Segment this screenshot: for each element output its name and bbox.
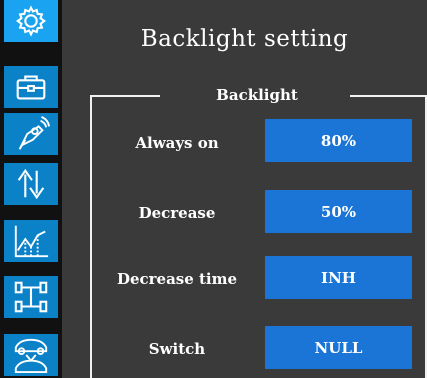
nav-transmitter[interactable] (4, 113, 58, 157)
group-legend: Backlight (216, 86, 298, 104)
switch-value-button[interactable]: NULL (265, 326, 412, 369)
row-label-always-on: Always on (135, 134, 219, 152)
chart-icon (14, 225, 49, 258)
chassis-icon (14, 281, 48, 313)
decrease-value-button[interactable]: 50% (265, 190, 412, 233)
nav-curve[interactable] (4, 220, 58, 264)
gear-icon (15, 5, 47, 37)
toolbox-icon (16, 75, 46, 100)
transmitter-icon (18, 116, 50, 150)
group-border-top-left (90, 95, 160, 97)
car-swap-icon (14, 338, 48, 374)
nav-chassis[interactable] (4, 276, 58, 320)
decrease-time-value-button[interactable]: INH (265, 256, 412, 299)
page-title: Backlight setting (140, 26, 349, 52)
row-label-decrease: Decrease (138, 204, 216, 222)
nav-settings[interactable] (4, 0, 58, 44)
sidebar (0, 0, 62, 378)
always-on-value-button[interactable]: 80% (265, 119, 412, 162)
reverse-arrows-icon (17, 168, 45, 200)
nav-tools[interactable] (4, 66, 58, 110)
row-label-switch: Switch (148, 340, 206, 358)
nav-model[interactable] (4, 334, 58, 378)
group-border-top-right (350, 95, 427, 97)
main-panel: Backlight setting Backlight Always on 80… (62, 0, 427, 378)
row-label-decrease-time: Decrease time (116, 270, 238, 288)
nav-reverse[interactable] (4, 163, 58, 207)
